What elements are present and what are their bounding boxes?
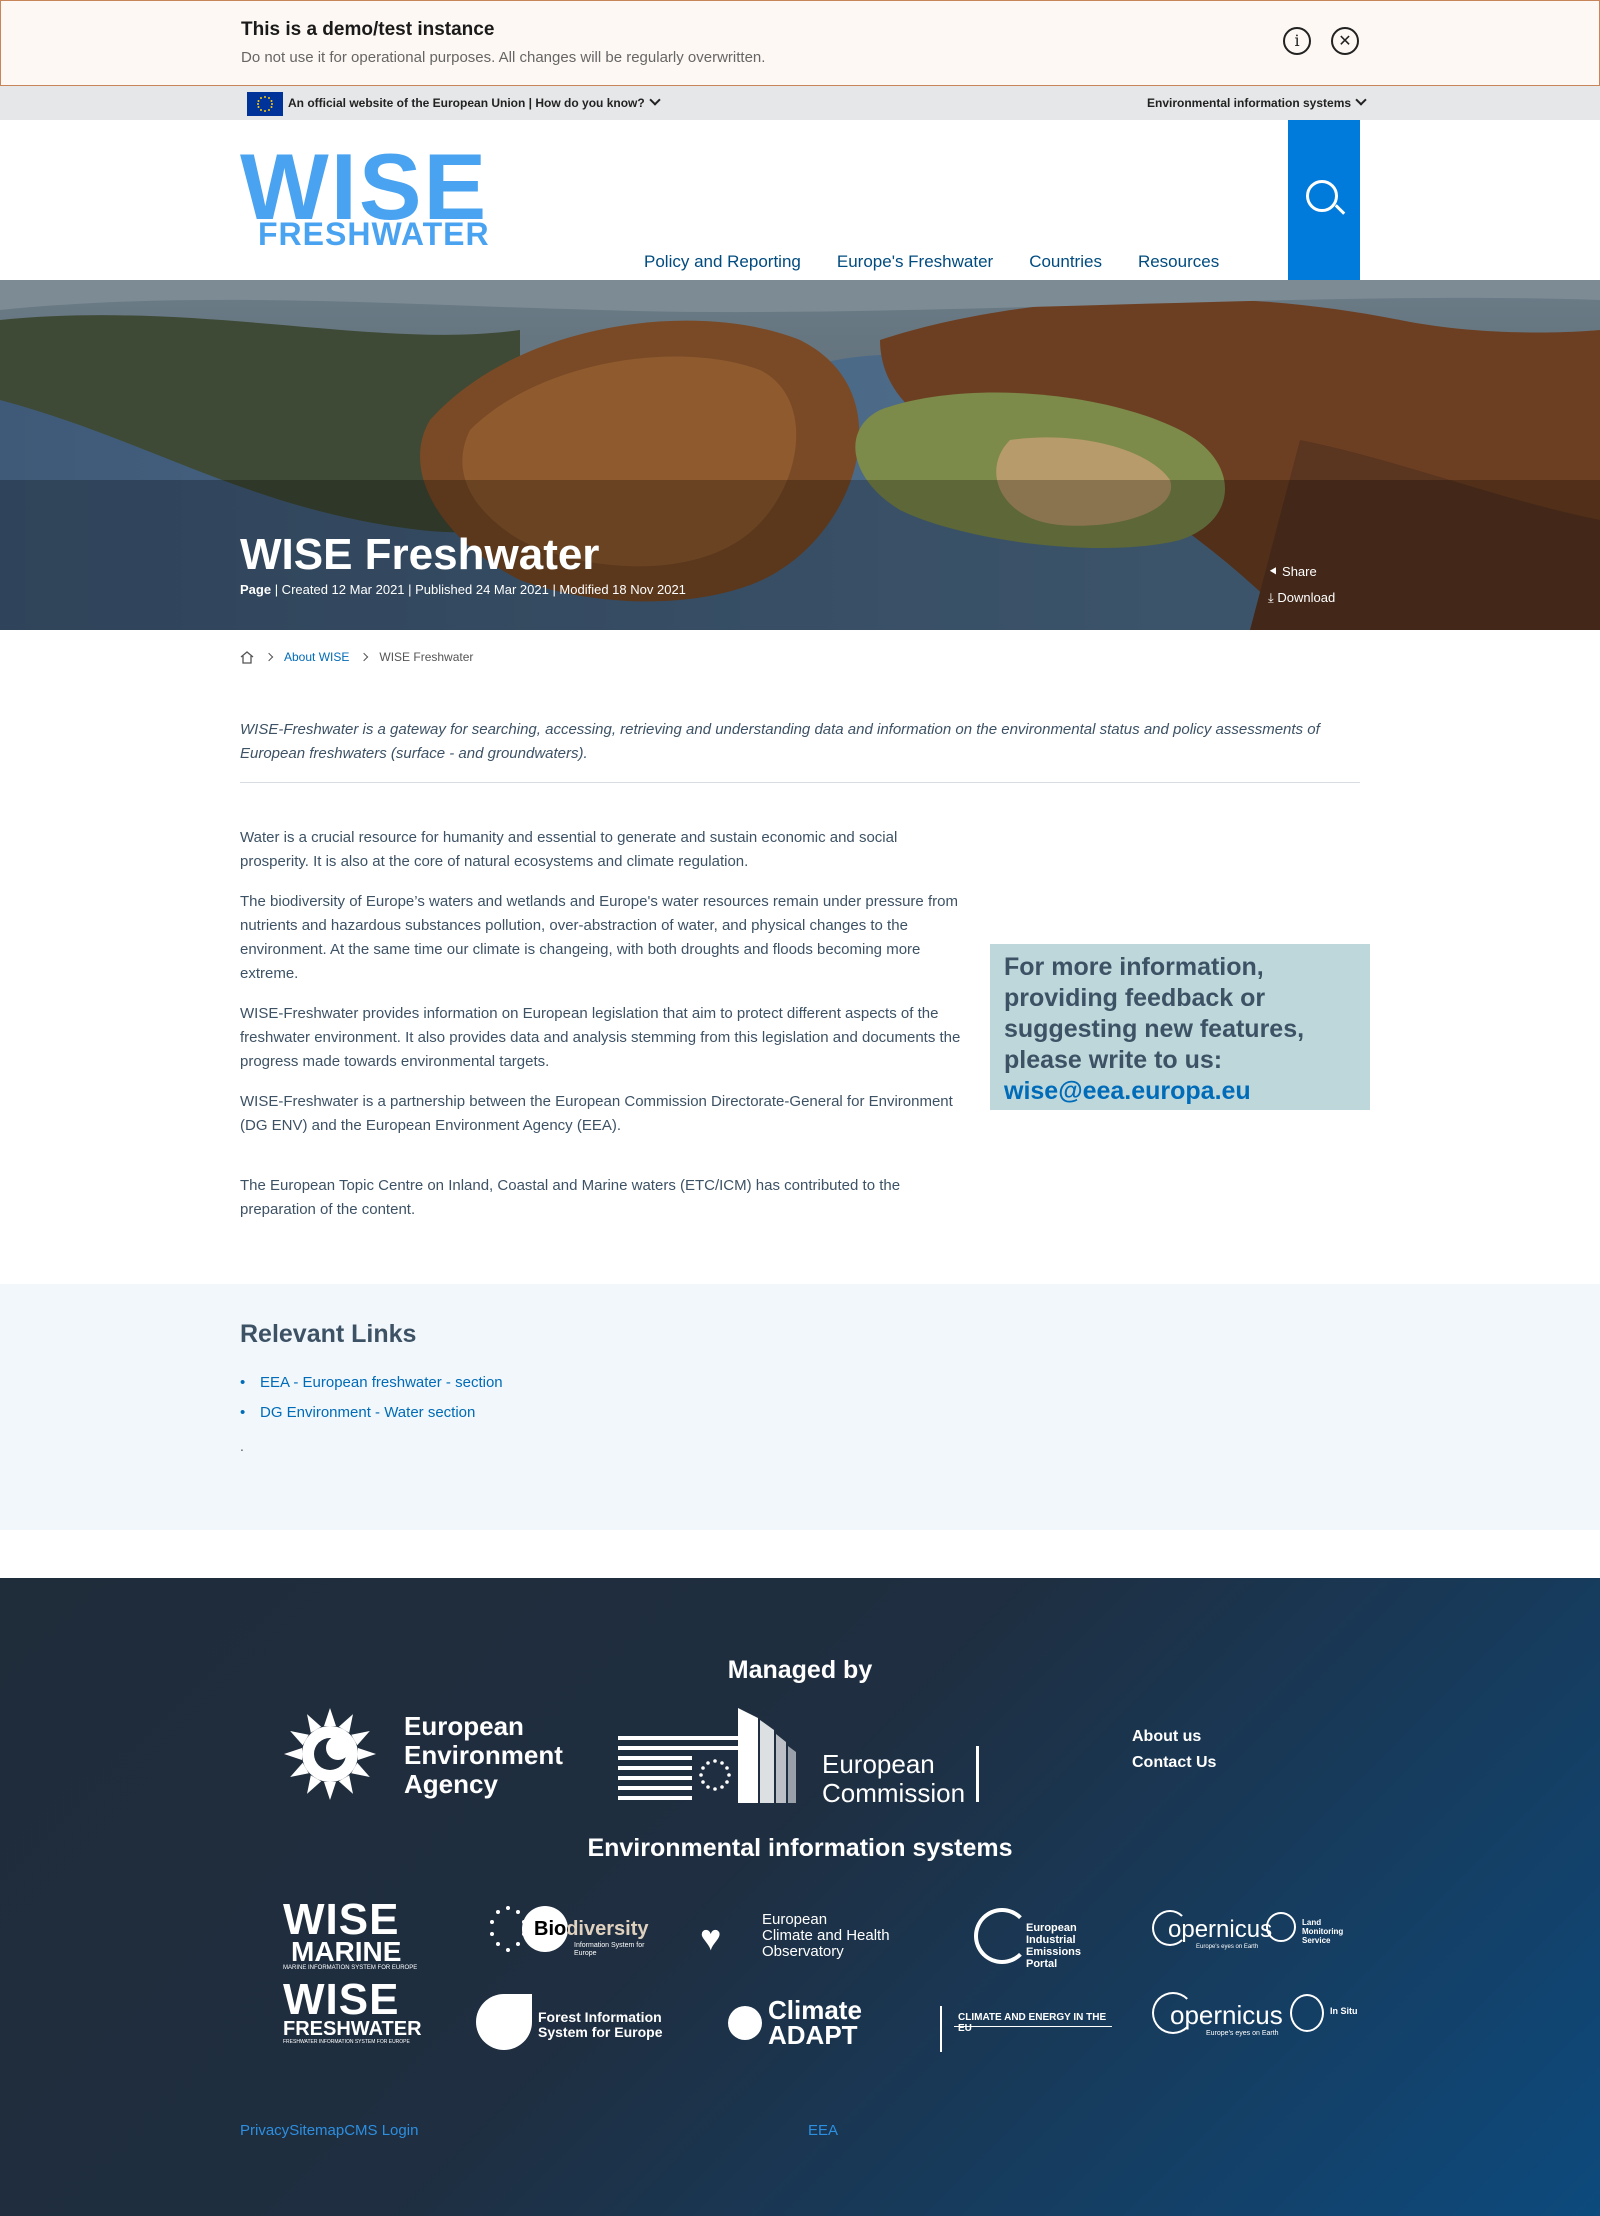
body-paragraph: WISE-Freshwater is a partnership between… (240, 1093, 953, 1134)
site-logo-subtitle: FRESHWATER (258, 216, 490, 252)
page-type: Page (240, 582, 272, 597)
download-icon: ⤓ (1268, 590, 1274, 605)
breadcrumb-separator-icon (264, 652, 274, 662)
download-label: Download (1277, 590, 1336, 605)
footer-link-about-us[interactable]: About us (1132, 1724, 1216, 1750)
nav-resources[interactable]: Resources (1138, 252, 1219, 272)
chevron-down-icon (1355, 94, 1367, 106)
search-button[interactable] (1288, 120, 1360, 280)
managed-by-title: Managed by (727, 1656, 873, 1684)
privacy-link[interactable]: Privacy (240, 2122, 289, 2139)
page-body: Water is a crucial resource for humanity… (240, 826, 970, 1238)
relevant-links-section: Relevant Links EEA - European freshwater… (0, 1284, 1600, 1530)
page-metadata: Page | Created 12 Mar 2021 | Published 2… (240, 582, 686, 597)
official-website-text: An official website of the European Unio… (288, 96, 645, 110)
european-commission-name: European Commission (822, 1749, 966, 1808)
heart-icon: ♥ (700, 1917, 722, 1958)
page-dates: | Created 12 Mar 2021 | Published 24 Mar… (271, 582, 686, 597)
nav-policy-and-reporting[interactable]: Policy and Reporting (644, 252, 801, 272)
breadcrumb-current: WISE Freshwater (379, 650, 474, 664)
breadcrumb: About WISE WISE Freshwater (240, 650, 473, 664)
download-button[interactable]: ⤓ Download (1268, 590, 1335, 606)
contact-email-link[interactable]: wise@eea.europa.eu (1004, 1076, 1356, 1107)
eu-flag-icon (247, 92, 283, 116)
breadcrumb-about-wise[interactable]: About WISE (284, 650, 349, 664)
share-icon: ⯇ (1268, 564, 1279, 579)
environmental-systems-text: Environmental information systems (1147, 96, 1352, 110)
hero-banner: WISE Freshwater Page | Created 12 Mar 20… (0, 280, 1600, 630)
contact-infobox: For more information, providing feedback… (990, 944, 1370, 1110)
wise-freshwater-footer-logo[interactable]: WISE FRESHWATER FRESHWATER INFORMATION S… (283, 1978, 422, 2046)
chevron-down-icon (649, 94, 661, 106)
demo-title: This is a demo/test instance (241, 19, 495, 40)
body-paragraph: WISE-Freshwater provides information on … (240, 1005, 961, 1070)
share-button[interactable]: ⯇ Share (1268, 564, 1317, 580)
biodiversity-logo[interactable]: Biodiversity Information System for Euro… (488, 1904, 668, 1960)
relevant-link-eea[interactable]: EEA - European freshwater - section (240, 1368, 503, 1398)
eea-logo-icon[interactable] (282, 1706, 378, 1802)
close-icon[interactable]: ✕ (1331, 27, 1359, 55)
eea-name: European Environment Agency (404, 1711, 563, 1799)
cms-login-link[interactable]: CMS Login (344, 2122, 418, 2139)
body-paragraph: The biodiversity of Europe’s waters and … (240, 893, 958, 982)
wise-marine-logo[interactable]: WISE MARINE MARINE INFORMATION SYSTEM FO… (283, 1898, 417, 1972)
footer-link-contact-us[interactable]: Contact Us (1132, 1750, 1216, 1776)
page-lead: WISE-Freshwater is a gateway for searchi… (240, 721, 1320, 762)
footer-links: About us Contact Us (1132, 1724, 1216, 1776)
divider (976, 1746, 979, 1802)
sitemap-link[interactable]: Sitemap (289, 2122, 344, 2139)
search-icon (1306, 180, 1338, 212)
body-paragraph: Water is a crucial resource for humanity… (240, 829, 898, 870)
demo-banner: This is a demo/test instance Do not use … (0, 0, 1600, 86)
home-icon[interactable] (240, 650, 254, 664)
site-footer: Managed by European Environment Agency E… (0, 1578, 1600, 2216)
demo-text: Do not use it for operational purposes. … (241, 49, 766, 66)
relevant-links-title: Relevant Links (240, 1320, 417, 1348)
footer-bottom-links: PrivacySitemapCMS Login (240, 2122, 418, 2139)
infobox-text: For more information, providing feedback… (1004, 953, 1305, 1074)
nav-europes-freshwater[interactable]: Europe's Freshwater (837, 252, 993, 272)
official-website-toggle[interactable]: An official website of the European Unio… (288, 94, 661, 110)
body-paragraph: The European Topic Centre on Inland, Coa… (240, 1177, 901, 1218)
nav-countries[interactable]: Countries (1029, 252, 1102, 272)
environmental-systems-dropdown[interactable]: Environmental information systems (1147, 94, 1367, 110)
relevant-link-dg-env[interactable]: DG Environment - Water section (240, 1398, 503, 1428)
page-title: WISE Freshwater (240, 530, 600, 579)
eu-official-strip: An official website of the European Unio… (0, 86, 1600, 120)
trailing-dot: . (240, 1438, 244, 1454)
environmental-information-systems-title: Environmental information systems (587, 1834, 1013, 1862)
footer-eea-link[interactable]: EEA (808, 2122, 838, 2139)
site-header: WISE FRESHWATER Policy and Reporting Eur… (0, 120, 1600, 280)
relevant-links-list: EEA - European freshwater - section DG E… (240, 1368, 503, 1428)
divider (240, 782, 1360, 783)
european-commission-logo-icon[interactable] (618, 1708, 808, 1803)
share-label: Share (1282, 564, 1317, 579)
info-icon[interactable]: i (1283, 27, 1311, 55)
breadcrumb-separator-icon (360, 652, 369, 662)
main-nav: Policy and Reporting Europe's Freshwater… (644, 252, 1219, 272)
